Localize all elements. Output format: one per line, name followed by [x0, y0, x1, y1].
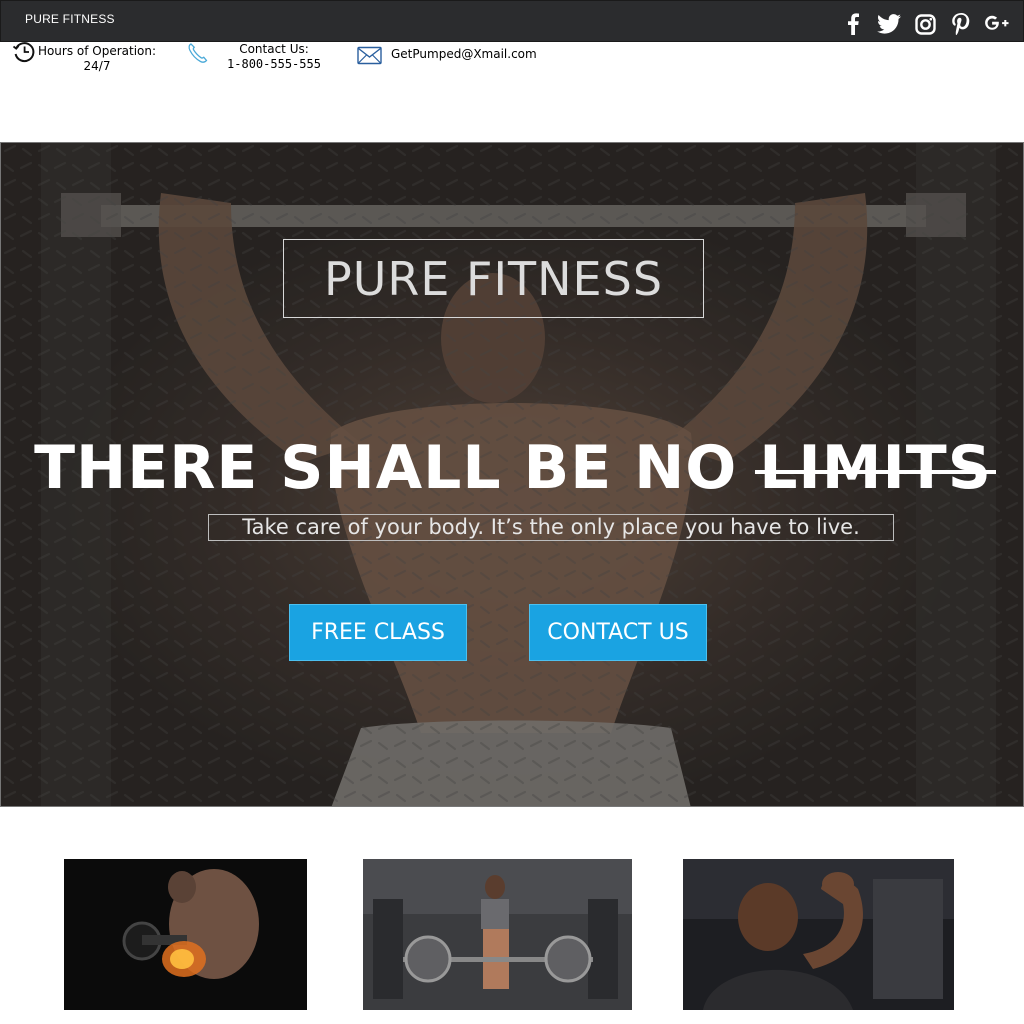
google-plus-icon[interactable]: [985, 12, 1009, 36]
brand-logo-text[interactable]: PURE FITNESS: [25, 12, 115, 26]
facebook-icon[interactable]: [841, 12, 865, 36]
email-address[interactable]: GetPumped@Xmail.com: [391, 47, 537, 62]
headline-main-text: THERE SHALL BE NO: [34, 433, 760, 503]
contact-label: Contact Us:: [239, 42, 309, 56]
hero-title-box: PURE FITNESS: [283, 239, 704, 318]
instagram-icon[interactable]: [913, 12, 937, 36]
clock-icon: [12, 41, 37, 67]
gallery-image-deadlift[interactable]: [363, 859, 632, 1010]
hero-tagline: Take care of your body. It’s the only pl…: [208, 514, 894, 541]
phone-info: Contact Us: 1-800-555-555: [186, 41, 330, 72]
contact-info-strip: Hours of Operation: 24/7 Contact Us: 1-8…: [0, 41, 1024, 81]
hero-title: PURE FITNESS: [323, 251, 664, 306]
hero-section: PURE FITNESS THERE SHALL BE NO LIMITS Ta…: [0, 142, 1024, 807]
social-links: [841, 12, 1009, 36]
phone-icon: [186, 41, 210, 69]
hours-value: 24/7: [83, 59, 111, 73]
headline-struck-word: LIMITS: [755, 433, 996, 503]
top-navbar: PURE FITNESS: [0, 0, 1024, 42]
contact-us-button[interactable]: CONTACT US: [529, 604, 707, 661]
gallery-image-flex[interactable]: [683, 859, 954, 1010]
gallery-image-dumbbell[interactable]: [64, 859, 307, 1010]
hero-headline: THERE SHALL BE NO LIMITS: [1, 433, 1023, 503]
hours-label: Hours of Operation:: [37, 44, 157, 58]
twitter-icon[interactable]: [877, 12, 901, 36]
email-info: GetPumped@Xmail.com: [357, 46, 537, 70]
free-class-button[interactable]: FREE CLASS: [289, 604, 467, 661]
phone-number[interactable]: 1-800-555-555: [218, 57, 330, 72]
pinterest-icon[interactable]: [949, 12, 973, 36]
envelope-icon: [357, 46, 383, 70]
hours-info: Hours of Operation: 24/7: [12, 41, 157, 74]
